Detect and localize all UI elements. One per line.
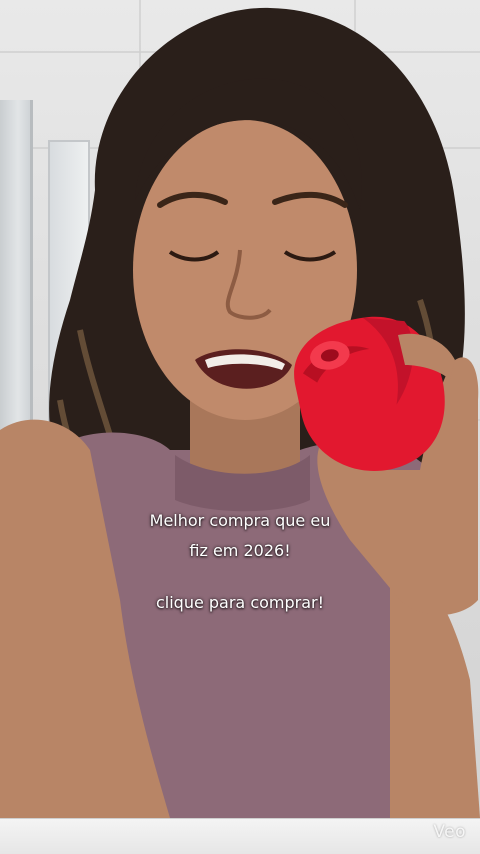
video-tap-area[interactable] (0, 0, 480, 854)
video-ad-frame: Melhor compra que eu fiz em 2026! clique… (0, 0, 480, 854)
